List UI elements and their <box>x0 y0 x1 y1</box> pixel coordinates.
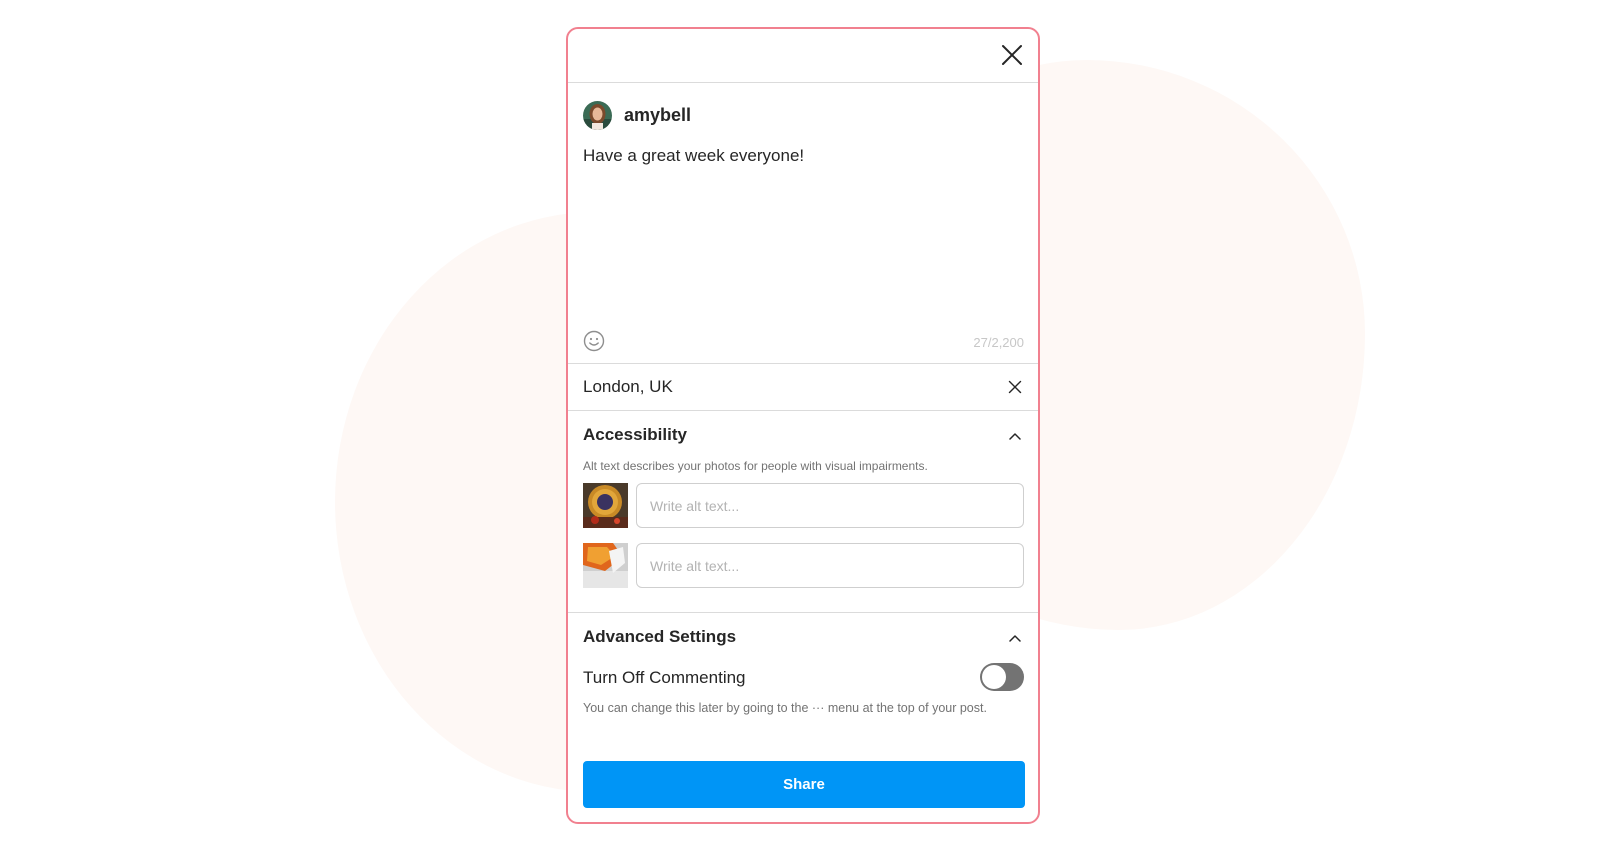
caption-area[interactable]: amybell Have a great week everyone! 27/2… <box>568 83 1038 364</box>
location-field[interactable]: London, UK <box>568 364 1038 411</box>
caption-text[interactable]: Have a great week everyone! <box>583 146 804 166</box>
chevron-up-icon <box>1009 635 1021 642</box>
alt-text-row <box>583 483 1029 528</box>
location-value[interactable]: London, UK <box>583 377 673 397</box>
post-author: amybell <box>583 101 691 130</box>
close-button[interactable] <box>998 41 1026 69</box>
emoji-icon <box>583 330 605 352</box>
create-post-modal: amybell Have a great week everyone! 27/2… <box>566 27 1040 824</box>
share-button[interactable]: Share <box>583 761 1025 808</box>
character-counter: 27/2,200 <box>973 335 1024 350</box>
emoji-button[interactable] <box>582 329 606 353</box>
accessibility-section: Accessibility Alt text describes your ph… <box>568 411 1038 613</box>
advanced-settings-section: Advanced Settings Turn Off Commenting Yo… <box>568 613 1038 822</box>
alt-text-input[interactable] <box>636 483 1024 528</box>
commenting-note: You can change this later by going to th… <box>583 701 987 715</box>
chevron-up-icon <box>1009 433 1021 440</box>
avatar <box>583 101 612 130</box>
alt-text-row <box>583 543 1029 588</box>
modal-header <box>568 29 1038 83</box>
clear-location-icon <box>1008 380 1022 394</box>
advanced-settings-toggle[interactable]: Advanced Settings <box>583 627 736 647</box>
turn-off-commenting-label: Turn Off Commenting <box>583 668 746 687</box>
toggle-knob <box>982 665 1006 689</box>
alt-text-input[interactable] <box>636 543 1024 588</box>
username: amybell <box>624 105 692 125</box>
photo-thumbnail <box>583 543 628 588</box>
accessibility-collapse-button[interactable] <box>1006 427 1024 445</box>
turn-off-commenting-toggle[interactable] <box>980 663 1024 691</box>
clear-location-button[interactable] <box>1006 378 1024 396</box>
close-icon <box>1002 45 1022 65</box>
photo-thumbnail <box>583 483 628 528</box>
accessibility-description: Alt text describes your photos for peopl… <box>583 459 928 473</box>
page-backdrop: amybell Have a great week everyone! 27/2… <box>0 0 1600 850</box>
accessibility-toggle[interactable]: Accessibility <box>583 425 687 445</box>
advanced-settings-collapse-button[interactable] <box>1006 629 1024 647</box>
